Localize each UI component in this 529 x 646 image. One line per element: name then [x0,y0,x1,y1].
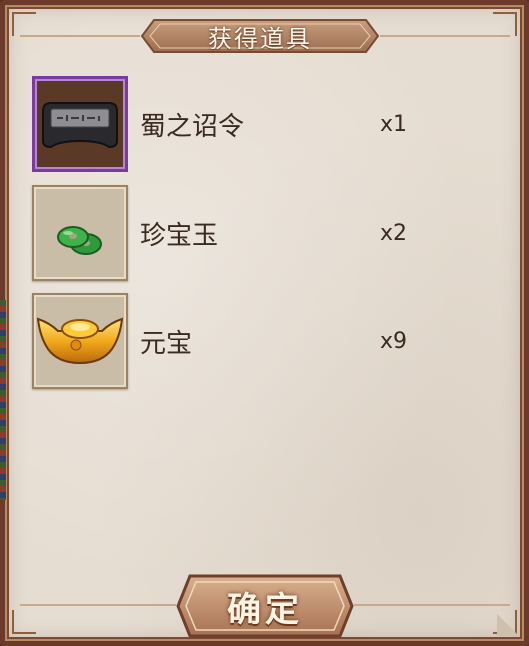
title-banner: 获得道具 [140,16,380,56]
confirm-button-label: 确定 [227,589,303,630]
page-curl-decoration [497,614,519,636]
item-slot[interactable] [32,293,128,389]
item-count: x9 [380,328,408,354]
item-count: x2 [380,220,408,246]
corner-ornament [12,610,36,634]
confirm-button[interactable]: 确定 [176,573,354,639]
item-name: 蜀之诏令 [140,111,245,142]
item-name: 珍宝玉 [140,220,219,251]
item-slot[interactable] [32,185,128,281]
list-item: 蜀之诏令 x1 [32,76,472,172]
title-divider-right [380,35,510,37]
button-divider-left [20,604,176,606]
title-divider-left [20,35,140,37]
list-item: 珍宝玉 x2 [32,185,472,281]
item-slot[interactable] [32,76,128,172]
corner-ornament [493,12,517,36]
item-name: 元宝 [140,328,193,359]
decree-tablet-icon [37,81,123,167]
corner-ornament [12,12,36,36]
list-item: 元宝 x9 [32,293,472,389]
dialog-title: 获得道具 [208,24,312,53]
button-divider-right [354,604,510,606]
jade-coin-icon [57,226,102,255]
gold-ingot-icon [36,317,124,365]
item-count: x1 [380,111,408,137]
background-strip [0,300,6,500]
